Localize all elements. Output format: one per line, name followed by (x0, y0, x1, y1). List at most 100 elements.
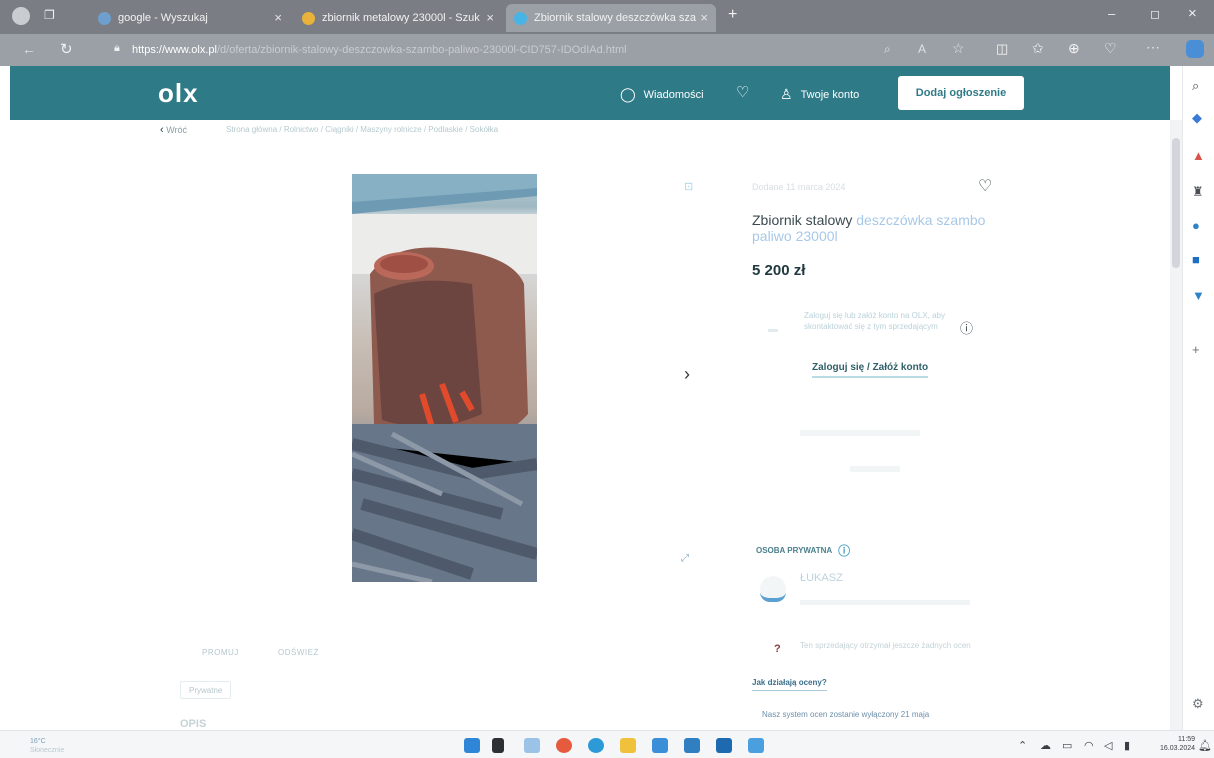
lock-icon: 🔒︎ (114, 42, 120, 54)
browser-tab-bar: ❐ google - Wyszukaj × zbiornik metalowy … (0, 0, 1214, 34)
listing-title: Zbiornik stalowy deszczówka szambo paliw… (752, 212, 1012, 244)
promote-button[interactable]: PROMUJ (202, 648, 239, 657)
listing-photo[interactable] (352, 174, 537, 582)
system-clock[interactable]: 11:59 16.03.2024 (1160, 735, 1195, 753)
collections-icon[interactable]: ⊕ (1068, 40, 1080, 57)
task-view-icon[interactable] (492, 738, 504, 753)
messages-link[interactable]: ◯ Wiadomości (620, 86, 704, 103)
tab-olx-search[interactable]: zbiornik metalowy 23000l - Szuk × (294, 4, 502, 32)
seller-type: OSOBA PRYWATNA ⓘ (756, 542, 850, 559)
question-icon: ? (774, 643, 781, 655)
search-icon[interactable]: ⌕ (1192, 78, 1199, 94)
avatar[interactable] (760, 576, 786, 602)
send-icon[interactable]: ▼ (1192, 288, 1205, 303)
more-menu-icon[interactable]: ⋯ (1146, 39, 1160, 56)
chrome-icon[interactable] (556, 738, 572, 753)
battery-icon[interactable]: ▮ (1124, 739, 1130, 752)
file-explorer-icon[interactable] (620, 738, 636, 753)
favorites-icon[interactable]: ✩ (1032, 40, 1044, 57)
messages-label: Wiadomości (643, 88, 704, 101)
display-icon[interactable]: ▭ (1062, 739, 1072, 752)
tray-chevron-icon[interactable]: ⌃ (1018, 739, 1027, 752)
heart-icon[interactable]: ♡ (736, 83, 749, 101)
window-close-icon[interactable]: × (1188, 5, 1197, 22)
split-screen-icon[interactable]: ◫ (996, 41, 1008, 57)
close-icon[interactable]: × (486, 10, 494, 25)
widgets-icon[interactable] (524, 738, 540, 753)
new-tab-button[interactable]: + (728, 6, 737, 24)
clock-time: 11:59 (1178, 736, 1196, 743)
close-icon[interactable]: × (700, 10, 708, 25)
login-prompt-box: ▬ Zaloguj się lub załóż konto na OLX, ab… (768, 310, 988, 360)
favorite-star-icon[interactable]: ☆ (952, 40, 965, 57)
store-icon[interactable] (684, 738, 700, 753)
refresh-button[interactable]: ODŚWIEŻ (278, 648, 319, 657)
tab-google-search[interactable]: google - Wyszukaj × (90, 4, 290, 32)
add-icon[interactable]: + (1192, 342, 1200, 357)
olx-favicon-icon (514, 11, 527, 25)
volume-icon[interactable]: ◁ (1104, 739, 1112, 752)
google-favicon-icon (98, 11, 111, 25)
zoom-image-icon[interactable]: ⊡ (684, 180, 693, 193)
scrollbar-thumb[interactable] (1172, 138, 1180, 268)
back-arrow-icon[interactable]: ← (22, 41, 36, 57)
toolbox-icon[interactable]: ▲ (1192, 148, 1205, 163)
listing-date: Dodane 11 marca 2024 (752, 182, 846, 192)
maximize-icon[interactable]: ◻ (1150, 7, 1160, 21)
weather-widget[interactable]: 16°C Słonecznie (30, 737, 64, 755)
close-icon[interactable]: × (274, 10, 282, 25)
onedrive-icon[interactable]: ☁ (1040, 739, 1051, 752)
login-register-link[interactable]: Zaloguj się / Załóż konto (812, 362, 929, 378)
tab-olx-listing[interactable]: Zbiornik stalowy deszczówka sza × (506, 4, 716, 32)
breadcrumb[interactable]: Strona główna / Rolnictwo / Ciągniki / M… (226, 125, 498, 134)
copilot-icon[interactable] (1186, 40, 1204, 58)
description-heading: OPIS (180, 718, 207, 730)
seller-type-label: OSOBA PRYWATNA (756, 546, 833, 555)
placeholder-line (850, 466, 900, 472)
page-scrollbar[interactable] (1170, 120, 1182, 730)
tab-actions-icon[interactable]: ❐ (44, 8, 55, 22)
info-circle-icon[interactable]: ⓘ (960, 318, 973, 337)
screen: ❐ google - Wyszukaj × zbiornik metalowy … (0, 0, 1214, 758)
reload-icon[interactable]: ↻ (60, 40, 73, 58)
browser-essentials-icon[interactable]: ♡ (1104, 40, 1117, 57)
settings-gear-icon[interactable]: ⚙ (1192, 696, 1204, 712)
app-icon[interactable] (748, 738, 764, 753)
games-icon[interactable]: ♜ (1192, 184, 1204, 200)
windows-start-icon[interactable] (464, 738, 480, 753)
copilot-sidebar-icon[interactable]: ● (1192, 218, 1200, 233)
notification-bell-icon[interactable]: 🔔︎ (1198, 739, 1212, 752)
tab-label: google - Wyszukaj (118, 12, 208, 24)
zoom-icon[interactable]: ⌕ (884, 42, 891, 57)
olx-logo[interactable]: olx (158, 78, 199, 109)
url-path: /d/oferta/zbiornik-stalowy-deszczowka-sz… (216, 44, 627, 56)
tab-label: zbiornik metalowy 23000l - Szuk (322, 12, 480, 24)
expand-icon[interactable]: ⤢ (681, 553, 689, 564)
browser-avatar-icon[interactable] (12, 7, 30, 25)
seller-name[interactable]: ŁUKASZ (800, 572, 843, 584)
olx-favicon-icon (302, 11, 315, 25)
login-prompt-text: Zaloguj się lub załóż konto na OLX, aby … (804, 311, 945, 331)
edge-icon[interactable] (588, 738, 604, 753)
tag-icon[interactable]: ◆ (1192, 110, 1202, 126)
account-link[interactable]: ♙ Twoje konto (780, 86, 859, 103)
url-field[interactable]: 🔒︎ https://www.olx.pl/d/oferta/zbiornik-… (110, 39, 870, 61)
photos-icon[interactable] (652, 738, 668, 753)
chevron-right-icon[interactable]: › (684, 364, 690, 385)
back-link[interactable]: ‹ Wróć (160, 124, 187, 136)
info-circle-icon[interactable]: ⓘ (838, 542, 850, 559)
minimize-icon[interactable]: – (1108, 6, 1115, 21)
rating-notice: Nasz system ocen zostanie wyłączony 21 m… (762, 710, 930, 719)
chat-bubble-icon: ◯ (620, 86, 636, 102)
clock-date: 16.03.2024 (1160, 745, 1196, 752)
avatar-placeholder-icon: ▬ (768, 324, 778, 335)
placeholder-line (800, 600, 970, 605)
heart-icon[interactable]: ♡ (978, 176, 992, 196)
windows-taskbar: 16°C Słonecznie ⌃ ☁ ▭ ◠ ◁ ▮ 11:59 16.03.… (0, 730, 1214, 758)
mail-icon[interactable] (716, 738, 732, 753)
outlook-icon[interactable]: ■ (1192, 252, 1200, 267)
wifi-icon[interactable]: ◠ (1084, 739, 1094, 752)
how-ratings-work-link[interactable]: Jak działają oceny? (752, 678, 827, 691)
read-aloud-icon[interactable]: A (918, 42, 926, 56)
post-ad-button[interactable]: Dodaj ogłoszenie (898, 76, 1024, 110)
